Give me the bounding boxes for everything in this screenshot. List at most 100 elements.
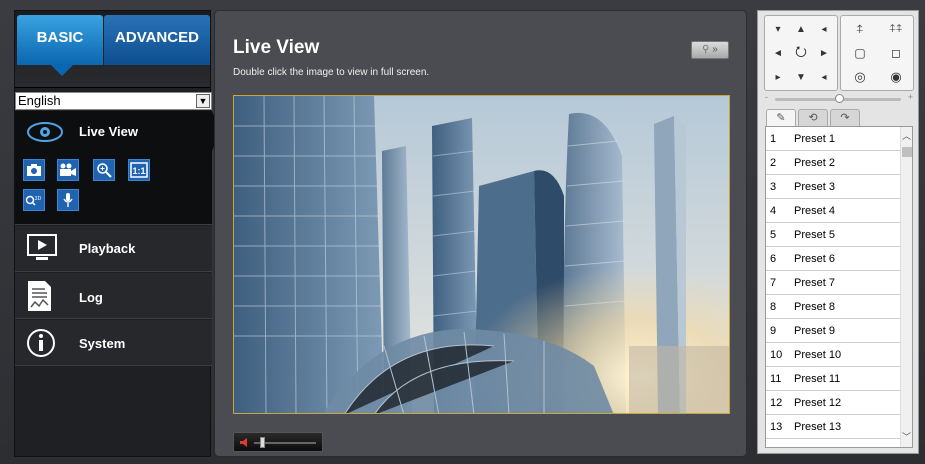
slider-knob[interactable] — [835, 94, 844, 103]
pin-icon: ✎ — [776, 112, 786, 124]
app-root: BASIC ADVANCED English ▼ Live View 1:1 3… — [0, 0, 925, 464]
preset-row[interactable]: 7 Preset 7 — [766, 271, 902, 295]
page-title: Live View — [233, 37, 320, 58]
redo-icon: ↷ — [840, 112, 850, 124]
nav-item-system[interactable]: System — [15, 320, 212, 366]
small-square-icon: ▢ — [854, 46, 866, 60]
preset-row[interactable]: 10 Preset 10 — [766, 343, 902, 367]
pan-up-button[interactable]: ▲ — [790, 18, 812, 40]
focus-near-button[interactable]: ⍏ — [849, 18, 871, 40]
tab-advanced[interactable]: ADVANCED — [104, 15, 210, 65]
pan-down-button[interactable]: ▼ — [790, 66, 812, 88]
preset-number: 7 — [770, 277, 777, 289]
focus-far-button[interactable]: ⍏⍏ — [885, 18, 907, 40]
full-size-button[interactable]: 1:1 — [128, 159, 150, 181]
volume-slider-knob[interactable] — [260, 437, 265, 448]
zoom-3d-button[interactable]: 3D — [23, 189, 45, 211]
microphone-button[interactable] — [57, 189, 79, 211]
live-view-panel: Live View Double click the image to view… — [214, 10, 747, 457]
preset-row[interactable]: 6 Preset 6 — [766, 247, 902, 271]
pan-up-left-button[interactable]: ▾ — [767, 18, 789, 40]
digital-zoom-button[interactable] — [93, 159, 115, 181]
iris-open-button[interactable]: ◉ — [885, 66, 907, 88]
mode-tabs: BASIC ADVANCED — [15, 11, 210, 88]
language-select[interactable]: English ▼ — [15, 92, 212, 110]
preset-name: Preset 3 — [794, 181, 835, 193]
scrollbar-thumb[interactable] — [902, 147, 912, 157]
nav-item-live-view[interactable]: Live View 1:1 3D — [15, 111, 221, 225]
preset-row[interactable]: 12 Preset 12 — [766, 391, 902, 415]
active-tab-caret — [50, 64, 74, 76]
preset-name: Preset 1 — [794, 133, 835, 145]
fullscreen-button[interactable]: ⚲ » — [691, 41, 729, 59]
ptz-home-button[interactable]: ⭮ — [790, 42, 812, 64]
snapshot-button[interactable] — [23, 159, 45, 181]
chevron-down-icon[interactable]: ▼ — [196, 94, 210, 108]
zoom-out-button[interactable]: ▢ — [849, 42, 871, 64]
preset-row[interactable]: 13 Preset 13 — [766, 415, 902, 439]
tab-tour[interactable]: ⟲ — [798, 109, 828, 126]
speaker-icon — [240, 438, 247, 447]
iris-close-button[interactable]: ◎ — [849, 66, 871, 88]
pan-up-right-button[interactable]: ◂ — [813, 18, 835, 40]
ptz-direction-pad: ▾ ▲ ◂ ◄ ⭮ ► ▸ ▼ ◂ — [764, 15, 838, 91]
preset-row[interactable]: 1 Preset 1 — [766, 127, 902, 151]
preset-name: Preset 4 — [794, 205, 835, 217]
preset-row[interactable]: 9 Preset 9 — [766, 319, 902, 343]
playback-icon — [27, 234, 57, 260]
page-subtitle: Double click the image to view in full s… — [233, 67, 430, 78]
arrow-down-left-icon: ▸ — [775, 71, 781, 83]
preset-number: 13 — [770, 421, 783, 433]
tab-patrol[interactable]: ↷ — [830, 109, 860, 126]
log-icon — [28, 281, 51, 311]
preset-number: 1 — [770, 133, 777, 145]
preset-row[interactable]: 8 Preset 8 — [766, 295, 902, 319]
pan-down-right-button[interactable]: ◂ — [813, 66, 835, 88]
preset-row[interactable]: 4 Preset 4 — [766, 199, 902, 223]
preset-name: Preset 10 — [794, 349, 842, 361]
preset-name: Preset 12 — [794, 397, 842, 409]
volume-control[interactable] — [233, 432, 323, 452]
pan-right-button[interactable]: ► — [813, 42, 835, 64]
preset-number: 5 — [770, 229, 777, 241]
tab-basic[interactable]: BASIC — [17, 15, 103, 65]
arrow-up-left-icon: ▾ — [775, 23, 781, 35]
preset-number: 9 — [770, 325, 777, 337]
chevron-down-icon[interactable]: ﹀ — [902, 430, 911, 443]
preset-name: Preset 6 — [794, 253, 835, 265]
nav-item-log[interactable]: Log — [15, 273, 212, 319]
preset-name: Preset 13 — [794, 421, 842, 433]
chevron-up-icon[interactable]: ︿ — [902, 129, 911, 142]
preset-number: 3 — [770, 181, 777, 193]
preset-number: 4 — [770, 205, 777, 217]
arrow-up-right-icon: ◂ — [821, 23, 827, 35]
preset-scrollbar[interactable]: ︿ ﹀ — [900, 127, 912, 447]
zoom-3d-icon: 3D — [25, 195, 42, 206]
preset-row[interactable]: 5 Preset 5 — [766, 223, 902, 247]
multi-tree-icon: ⍏⍏ — [889, 22, 903, 35]
large-square-icon: ◻ — [891, 46, 901, 60]
live-video-stream[interactable] — [233, 95, 730, 414]
preset-number: 8 — [770, 301, 777, 313]
iris-open-icon: ◉ — [890, 69, 902, 84]
ptz-speed-slider[interactable]: - + — [765, 92, 913, 104]
pan-down-left-button[interactable]: ▸ — [767, 66, 789, 88]
preset-row[interactable]: 11 Preset 11 — [766, 367, 902, 391]
minus-icon: - — [765, 92, 768, 102]
arrow-up-icon: ▲ — [796, 23, 806, 35]
nav-label-live-view: Live View — [79, 124, 139, 139]
zoom-in-button[interactable]: ◻ — [885, 42, 907, 64]
preset-name: Preset 9 — [794, 325, 835, 337]
nav-label-system: System — [79, 336, 126, 351]
nav-item-playback[interactable]: Playback — [15, 226, 212, 272]
preset-number: 11 — [770, 373, 782, 385]
pan-left-button[interactable]: ◄ — [767, 42, 789, 64]
tab-preset[interactable]: ✎ — [766, 109, 796, 126]
preset-name: Preset 5 — [794, 229, 835, 241]
svg-text:1:1: 1:1 — [132, 166, 145, 176]
preset-row[interactable]: 3 Preset 3 — [766, 175, 902, 199]
preset-row[interactable]: 2 Preset 2 — [766, 151, 902, 175]
record-button[interactable] — [57, 159, 79, 181]
preset-list: 1 Preset 1 2 Preset 2 3 Preset 3 4 Preset 4 5 Pre… — [765, 126, 913, 448]
preset-number: 6 — [770, 253, 777, 265]
